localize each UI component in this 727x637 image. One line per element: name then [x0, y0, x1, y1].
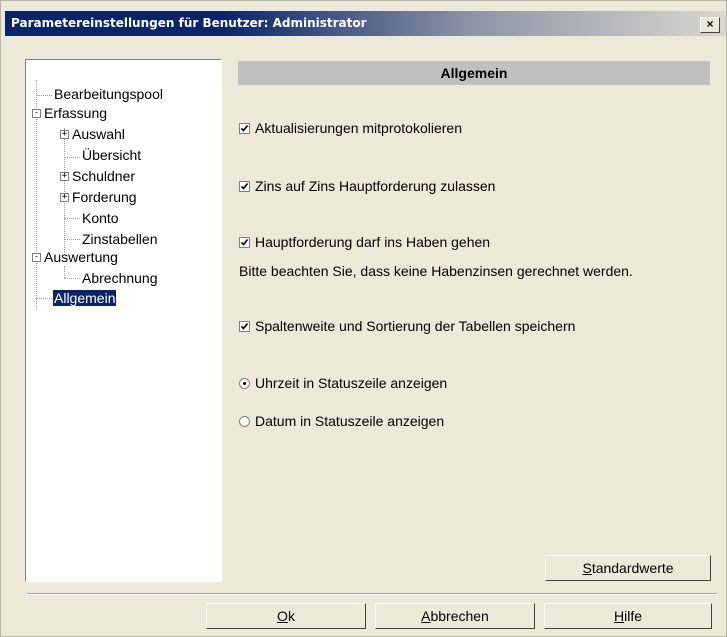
window-title: Parametereinstellungen für Benutzer: Adm…	[11, 16, 367, 30]
title-bar: Parametereinstellungen für Benutzer: Adm…	[5, 11, 726, 36]
radio-uhrzeit[interactable]: Uhrzeit in Statuszeile anzeigen	[239, 374, 447, 392]
tree-item-uebersicht[interactable]: Übersicht	[82, 147, 141, 164]
tree-item-erfassung[interactable]: Erfassung	[44, 105, 107, 122]
checkbox-aktualisierungen[interactable]: Aktualisierungen mitprotokolieren	[239, 119, 462, 137]
tree-connector	[36, 95, 52, 96]
tree-connector	[64, 278, 80, 279]
expand-icon[interactable]: +	[60, 130, 69, 139]
checkbox-zins-auf-zins[interactable]: Zins auf Zins Hauptforderung zulassen	[239, 177, 495, 195]
expand-icon[interactable]: +	[60, 172, 69, 181]
tree-item-auswahl[interactable]: Auswahl	[72, 126, 125, 143]
dialog-window: Parametereinstellungen für Benutzer: Adm…	[0, 0, 727, 637]
tree-item-forderung[interactable]: Forderung	[72, 189, 137, 206]
tree-connector	[64, 218, 80, 219]
tree-connector	[64, 266, 65, 278]
tree-item-auswertung[interactable]: Auswertung	[44, 249, 118, 266]
tree-item-abrechnung[interactable]: Abrechnung	[82, 270, 158, 287]
expand-icon[interactable]: +	[60, 193, 69, 202]
tree-item-bearbeitungspool[interactable]: Bearbeitungspool	[54, 86, 163, 103]
tree-connector	[36, 298, 52, 299]
tree-connector	[64, 157, 80, 158]
checkbox-checked-icon[interactable]	[239, 181, 250, 192]
standardwerte-button[interactable]: Standardwerte	[545, 555, 711, 581]
tree-item-konto[interactable]: Konto	[82, 210, 119, 227]
checkbox-spaltenweite[interactable]: Spaltenweite und Sortierung der Tabellen…	[239, 317, 575, 335]
settings-tree[interactable]: Bearbeitungspool - Erfassung + Auswahl Ü…	[25, 59, 222, 582]
divider	[27, 593, 717, 595]
tree-item-schuldner[interactable]: Schuldner	[72, 168, 135, 185]
radio-datum[interactable]: Datum in Statuszeile anzeigen	[239, 412, 444, 430]
tree-item-zinstabellen[interactable]: Zinstabellen	[82, 231, 158, 248]
checkbox-checked-icon[interactable]	[239, 321, 250, 332]
checkbox-hauptforderung-haben[interactable]: Hauptforderung darf ins Haben gehen	[239, 233, 490, 251]
tree-item-allgemein[interactable]: Allgemein	[53, 290, 117, 307]
collapse-icon[interactable]: -	[32, 253, 41, 262]
panel-header: Allgemein	[238, 61, 710, 85]
checkbox-checked-icon[interactable]	[239, 237, 250, 248]
checkbox-checked-icon[interactable]	[239, 123, 250, 134]
collapse-icon[interactable]: -	[32, 109, 41, 118]
help-button[interactable]: Hilfe	[544, 603, 712, 629]
radio-selected-icon[interactable]	[239, 378, 250, 389]
tree-connector	[64, 128, 65, 252]
tree-connector	[64, 239, 80, 240]
habenzinsen-note: Bitte beachten Sie, dass keine Habenzins…	[239, 263, 633, 279]
close-button[interactable]: ×	[700, 17, 720, 33]
ok-button[interactable]: Ok	[206, 603, 366, 629]
radio-unselected-icon[interactable]	[239, 416, 250, 427]
cancel-button[interactable]: Abbrechen	[375, 603, 535, 629]
